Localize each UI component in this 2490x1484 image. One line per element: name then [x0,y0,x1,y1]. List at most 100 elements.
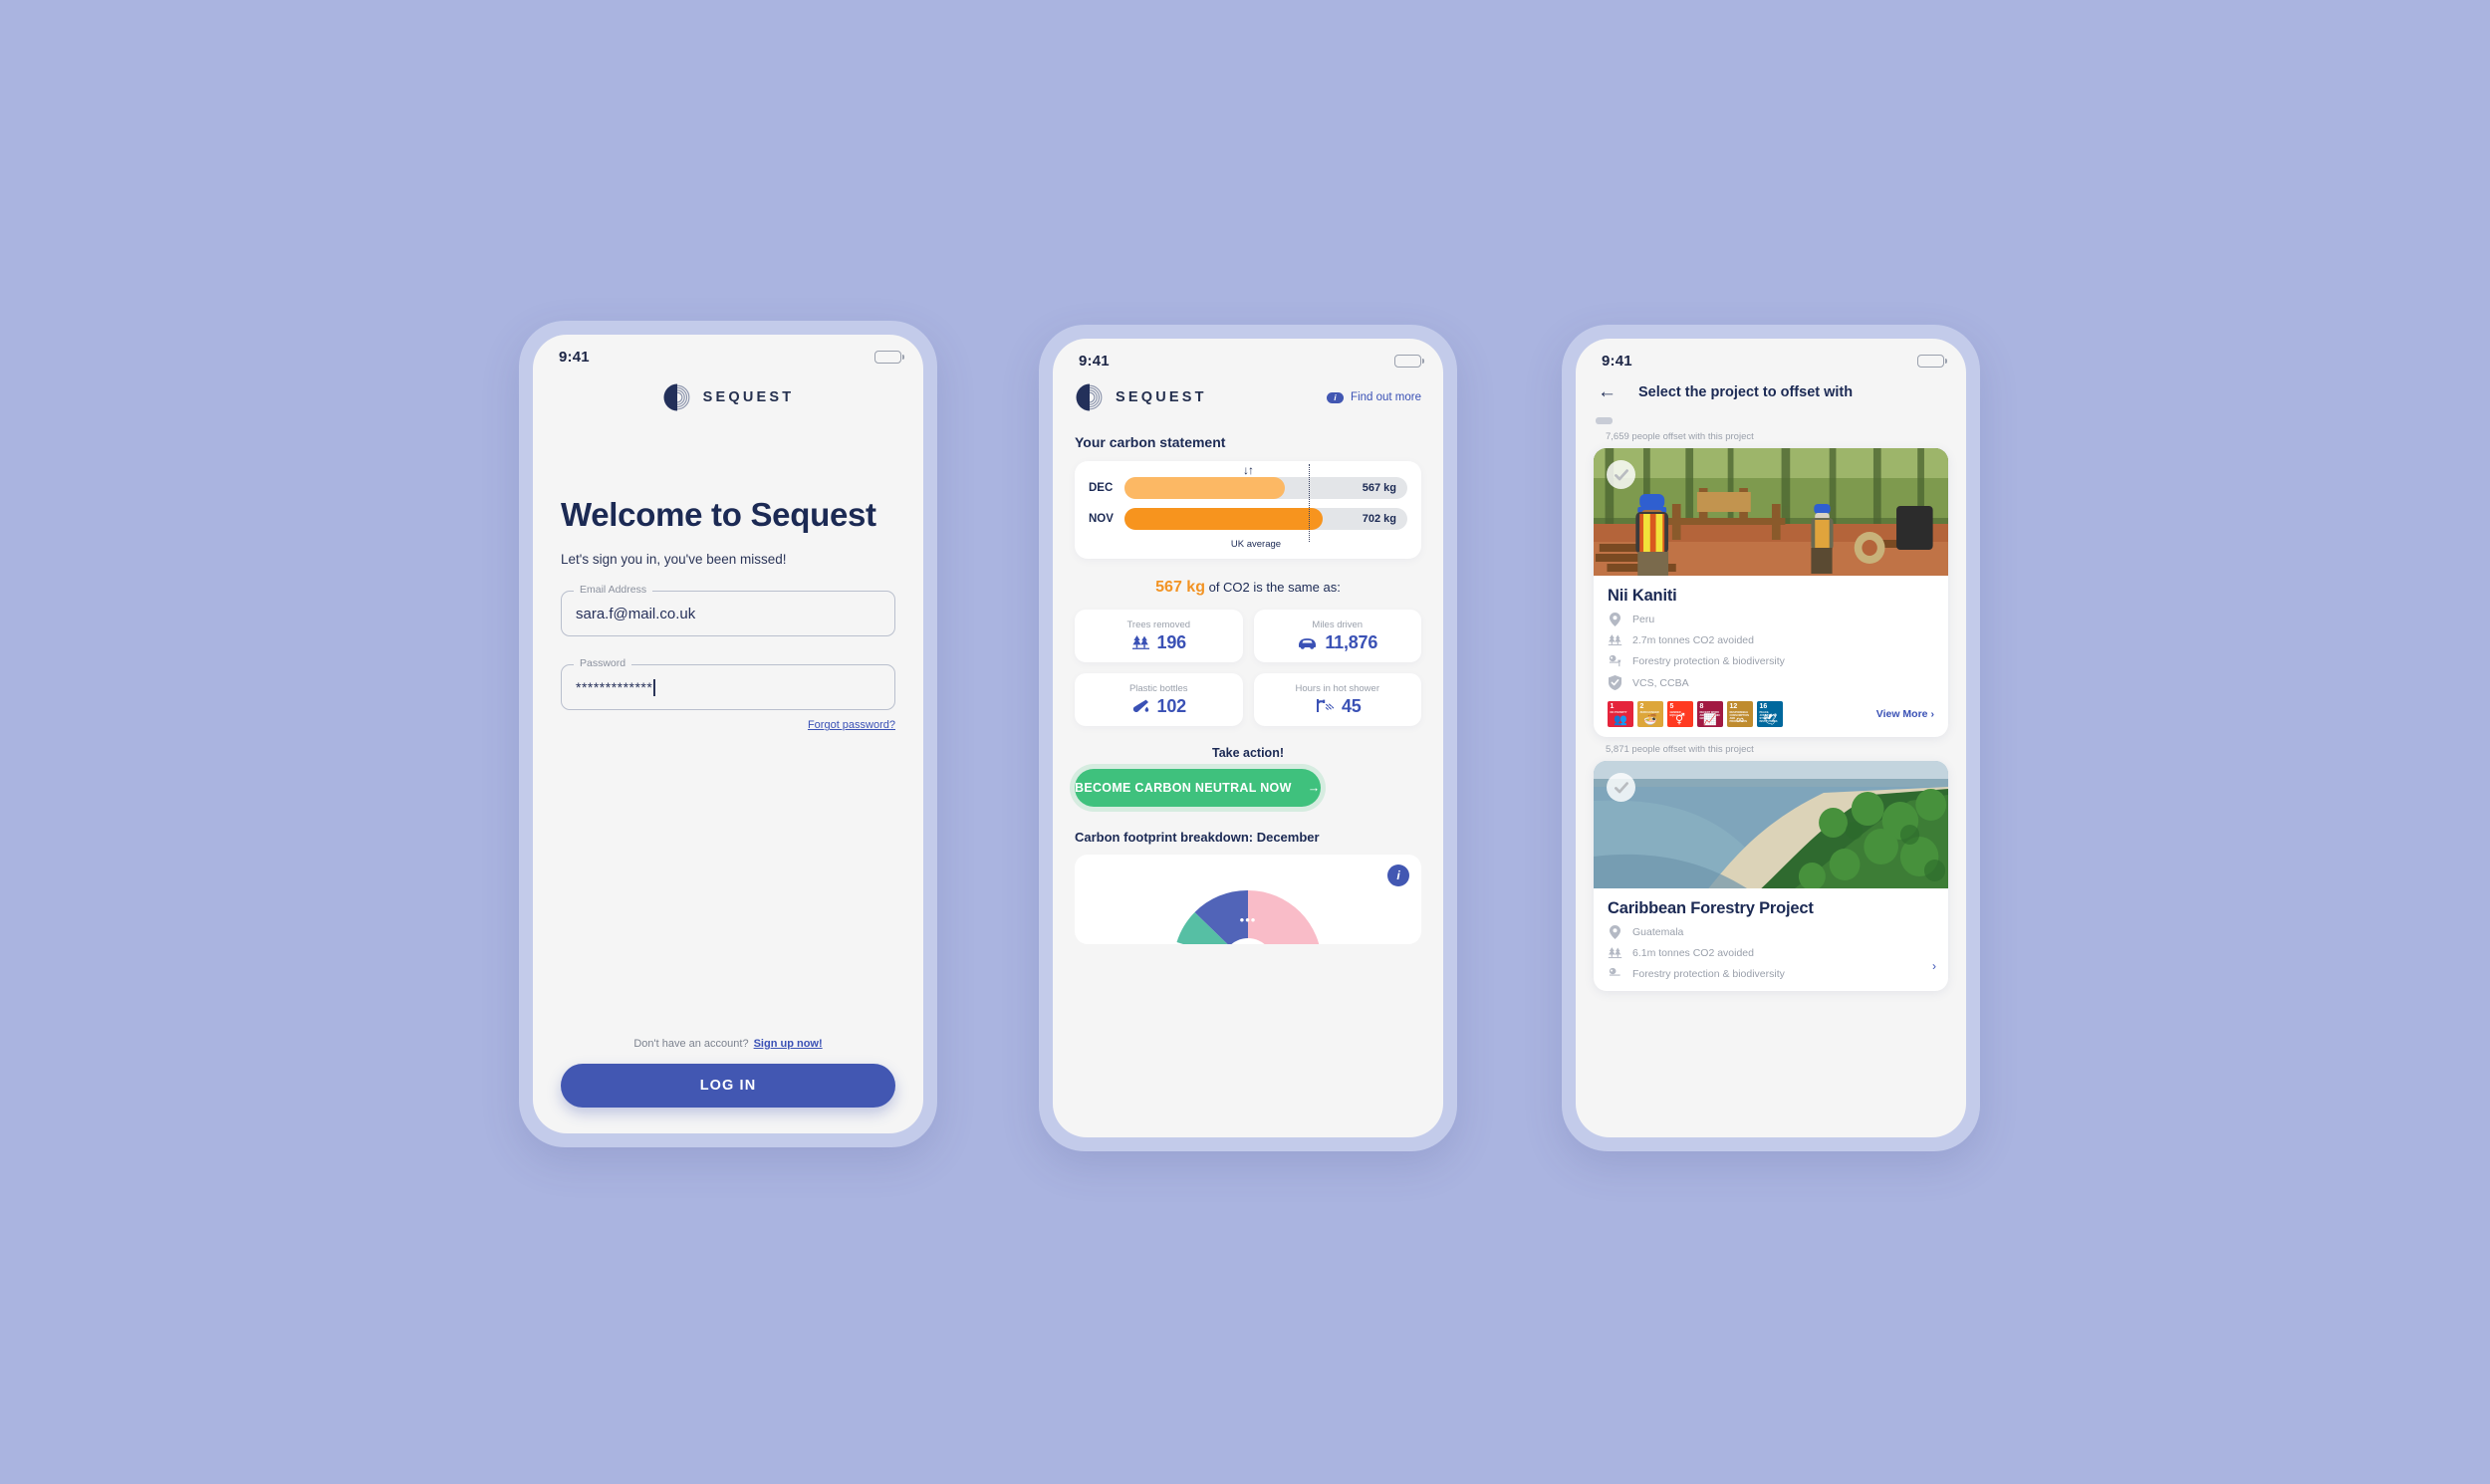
biodiversity-icon [1608,967,1622,981]
project-selected-check[interactable] [1607,460,1635,489]
sequest-logo-icon [663,383,689,411]
equivalence-card-trees[interactable]: Trees removed 196 [1075,610,1243,662]
trees-icon [1608,946,1622,960]
check-icon [1614,468,1628,480]
equivalence-label: Hours in hot shower [1295,682,1379,694]
chevron-right-icon[interactable]: › [1932,959,1936,973]
phone-login: 9:41 SEQUEST Welcome to Sequest Let's si… [519,321,937,1147]
sdg-glyph: 🕊 [1763,714,1777,726]
page-title: Select the project to offset with [1638,383,1854,400]
sdg-number: 2 [1639,703,1644,710]
equivalence-card-miles[interactable]: Miles driven 11,876 [1253,610,1421,662]
view-more-link[interactable]: View More › [1876,708,1934,720]
check-icon [1614,781,1628,793]
equivalence-value: 196 [1156,631,1187,652]
text-caret [653,678,655,696]
phone-dashboard: 9:41 SEQUEST i Find out more Your carbon… [1039,325,1457,1151]
sdg-number: 16 [1759,703,1768,710]
footprint-donut-chart: i ••• [1075,855,1421,944]
find-out-more-link[interactable]: i Find out more [1327,391,1421,403]
project-card-nii-kaniti[interactable]: Nii Kaniti Peru 2.7m tonnes CO2 avoided [1594,448,1948,737]
email-field-value: sara.f@mail.co.uk [576,605,696,622]
status-bar: 9:41 [1053,339,1443,372]
project-certification: VCS, CCBA [1632,676,1689,689]
project-people-count: 7,659 people offset with this project [1606,431,1754,442]
sdg-number: 8 [1699,703,1704,710]
project-location-row: Peru [1608,613,1934,626]
project-co2-row: 6.1m tonnes CO2 avoided [1608,946,1934,960]
sdg-badge-12[interactable]: 12 RESPONSIBLE CONSUMPTION AND PRODUCTIO… [1727,701,1753,727]
sdg-badge-2[interactable]: 2 ZERO HUNGER 🍜 [1637,701,1663,727]
carbon-statement-chart: ↓↑ DEC 567 kg NOV 702 kg UK average [1075,461,1421,559]
app-logo: SEQUEST [561,382,895,412]
equivalence-card-bottles[interactable]: Plastic bottles 102 [1075,673,1243,726]
logo-wordmark: SEQUEST [702,389,795,405]
status-time: 9:41 [559,348,590,366]
equivalence-value: 11,876 [1325,631,1378,652]
take-action-label: Take action! [1211,746,1284,760]
signup-prompt: Don't have an account? [633,1038,749,1050]
phone-project-select: 9:41 ← Select the project to offset with… [1562,325,1980,1151]
signup-row: Don't have an account? Sign up now! [561,1038,895,1050]
password-field-label: Password [574,657,632,670]
status-time: 9:41 [1602,352,1632,370]
project-card-caribbean-forestry[interactable]: Caribbean Forestry Project Guatemala 6.1… [1594,761,1948,991]
equivalence-value: 45 [1341,695,1362,716]
average-line [1308,464,1310,542]
cta-label: BECOME CARBON NEUTRAL NOW [1075,781,1292,795]
project-people-count: 5,871 people offset with this project [1606,744,1754,755]
bar-fill [1124,508,1324,530]
bar-row: NOV 702 kg [1089,508,1407,530]
project-location: Peru [1632,614,1655,625]
bar-value: 567 kg [1362,482,1396,494]
equivalence-amount: 567 kg [1155,579,1205,596]
arrow-right-icon: → [1307,781,1321,795]
password-field[interactable]: Password ************* [561,657,895,711]
sdg-number: 12 [1729,703,1738,710]
project-location-row: Guatemala [1608,925,1934,939]
battery-icon [1394,354,1424,368]
battery-icon [874,350,904,364]
sdg-badge-5[interactable]: 5 GENDER EQUALITY ⚥ [1667,701,1693,727]
status-time: 9:41 [1079,352,1110,370]
sequest-logo-icon [1076,383,1103,411]
project-name: Caribbean Forestry Project [1608,899,1814,917]
info-icon: i [1327,391,1345,403]
equivalence-label: Trees removed [1126,618,1191,630]
login-button[interactable]: LOG IN [561,1064,895,1108]
bar-label: DEC [1089,482,1114,494]
equivalence-grid: Trees removed 196 Miles driven 11,876 Pl… [1075,610,1421,726]
sort-icon[interactable]: ↓↑ [1243,463,1254,477]
carbon-statement-title: Your carbon statement [1075,434,1226,450]
equivalence-value: 102 [1156,695,1187,716]
average-line-label: UK average [1230,539,1282,550]
info-icon[interactable]: i [1387,865,1409,886]
sdg-badge-1[interactable]: 1 NO POVERTY 👥 [1608,701,1633,727]
forest-sawmill-photo [1594,448,1948,576]
shield-check-icon [1608,675,1622,690]
signup-link[interactable]: Sign up now! [754,1038,823,1050]
battery-icon [1917,354,1947,368]
project-certification-row: VCS, CCBA [1608,675,1934,690]
chevron-right-icon: › [1930,708,1935,720]
project-selected-check[interactable] [1607,773,1635,802]
sdg-glyph: 🍜 [1643,714,1657,726]
project-select-screen: 9:41 ← Select the project to offset with… [1576,339,1966,1137]
back-arrow-icon[interactable]: ← [1598,382,1617,401]
project-type: Forestry protection & biodiversity [1632,968,1785,980]
become-carbon-neutral-button[interactable]: BECOME CARBON NEUTRAL NOW → [1075,769,1321,807]
sdg-glyph: 👥 [1614,714,1627,726]
view-more-label: View More [1875,708,1928,720]
email-field[interactable]: Email Address sara.f@mail.co.uk [561,584,895,637]
filter-chip[interactable] [1596,417,1613,424]
sdg-badge-8[interactable]: 8 DECENT WORK AND ECONOMIC GROWTH 📈 [1697,701,1723,727]
sdg-number: 5 [1669,703,1674,710]
project-type: Forestry protection & biodiversity [1632,655,1785,667]
worker-foreground [1635,494,1669,576]
project-name: Nii Kaniti [1608,587,1677,605]
sdg-badge-16[interactable]: 16 PEACE, JUSTICE AND STRONG INSTITUTION… [1757,701,1783,727]
bottle-icon [1131,698,1150,714]
forgot-password-link[interactable]: Forgot password? [561,719,895,731]
equivalence-card-shower[interactable]: Hours in hot shower 45 [1253,673,1421,726]
